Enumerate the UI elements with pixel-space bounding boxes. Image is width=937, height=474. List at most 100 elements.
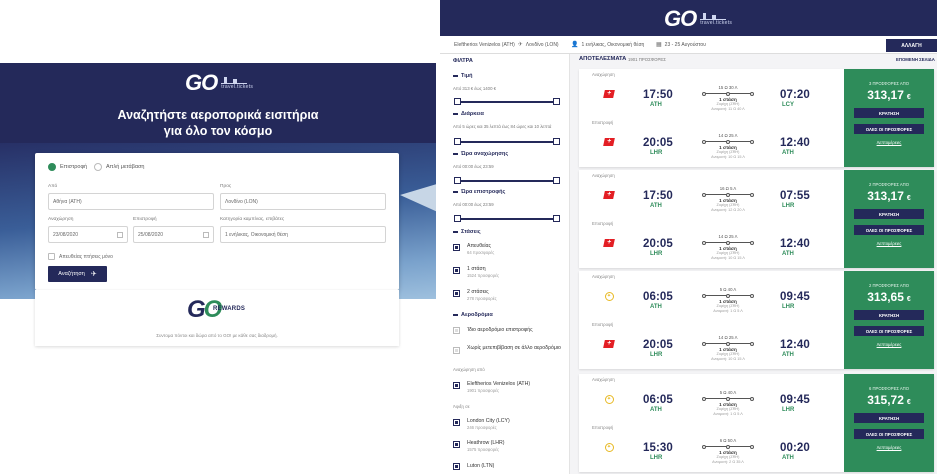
site-logo[interactable]: GO travel.tickets (664, 6, 732, 32)
airport-ath-checkbox[interactable] (453, 382, 460, 389)
airline-logo: ✦ (603, 441, 615, 453)
site-logo[interactable]: GO travel.tickets (185, 70, 253, 96)
price-slider[interactable] (454, 98, 560, 105)
flight-result-card[interactable]: Αναχώρηση +17:50 ATH 16 Ω 5 Λ1 στάση Ζυρίχη … (579, 170, 934, 268)
stops-one-checkbox[interactable] (453, 267, 460, 274)
arrival-time: 09:45 (780, 291, 810, 303)
dep-time-slider[interactable] (454, 177, 560, 184)
departure-airport: LHR (650, 150, 663, 156)
route-dot (750, 139, 754, 144)
details-link[interactable]: Λεπτομέρειες (877, 342, 902, 347)
layover-time: Αναμονή: 10 Ω 15 Λ (711, 155, 745, 159)
stops-direct-count: 64 προσφορές (467, 250, 495, 255)
departure-time: 20:05 (643, 238, 673, 250)
arrival-time: 12:40 (780, 339, 810, 351)
airport-ltn-checkbox[interactable] (453, 463, 460, 470)
filter-duration-head[interactable]: Διάρκεια (453, 111, 484, 117)
stops-two-checkbox[interactable] (453, 290, 460, 297)
departure-time: 06:05 (643, 291, 673, 303)
slider-handle-min[interactable] (454, 177, 461, 184)
from-input[interactable]: Αθήνα (ATH) (48, 193, 214, 210)
return-date-input[interactable]: 25/08/2020 (133, 226, 214, 243)
slider-handle-max[interactable] (553, 215, 560, 222)
filter-airports-head[interactable]: Αεροδρόμια (453, 312, 493, 318)
price-panel: 2 ΠΡΟΣΦΟΡΕΣ ΑΠΟ 313,17 € ΚΡΑΤΗΣΗ ΟΛΕΣ ΟΙ ΠΡΟ… (844, 170, 934, 268)
book-button[interactable]: ΚΡΑΤΗΣΗ (854, 108, 924, 118)
slider-handle-min[interactable] (454, 215, 461, 222)
no-airport-change-label[interactable]: Χωρίς μετεπιβίβαση σε άλλο αεροδρόμιο (467, 344, 563, 352)
flight-result-card[interactable]: Αναχώρηση ✦ 06:05 ATH 5 Ω 40 Λ1 στάση Ζυρίχη … (579, 271, 934, 369)
airport-lhr-checkbox[interactable] (453, 441, 460, 448)
arrival-airport: ATH (782, 455, 794, 461)
logo-wordmark: GO (664, 6, 697, 31)
slider-handle-max[interactable] (553, 177, 560, 184)
summary-route: Eleftherios Venizelos (ATH) ✈ Λονδίνο (L… (454, 41, 559, 49)
hero-title-line-2: για όλο τον κόσμο (163, 124, 273, 138)
route-line (702, 293, 754, 298)
filter-ret-time-head[interactable]: Ώρα επιστροφής (453, 189, 505, 195)
airline-logo: + (603, 88, 615, 100)
same-airport-label[interactable]: Ίδιο αεροδρόμιο επιστροφής (467, 327, 533, 333)
stops-one-option[interactable]: 1 στάση 1524 προσφορές (467, 266, 499, 278)
details-link[interactable]: Λεπτομέρειες (877, 140, 902, 145)
layover-time: Αναμονή: 10 Ω 15 Λ (711, 256, 745, 260)
cabin-passengers-select[interactable]: 1 ενήλικας, Οικονομική θέση (220, 226, 386, 243)
book-button[interactable]: ΚΡΑΤΗΣΗ (854, 413, 924, 423)
slider-handle-min[interactable] (454, 98, 461, 105)
swiss-airline-logo-icon: + (603, 138, 615, 146)
change-search-button[interactable]: ΑΛΛΑΓΗ (886, 39, 937, 52)
summary-passengers-text: 1 ενήλικας, Οικονομική θέση (581, 41, 645, 48)
next-page-link[interactable]: ΕΠΟΜΕΝΗ ΣΕΛΙΔΑ (896, 57, 935, 62)
return-label: Επιστροφή (133, 217, 157, 222)
slider-handle-max[interactable] (553, 98, 560, 105)
trip-type-oneway[interactable]: Απλή μετάβαση (94, 163, 145, 171)
collapse-icon (453, 231, 458, 233)
same-airport-checkbox[interactable] (453, 327, 460, 334)
depart-date-input[interactable]: 23/08/2020 (48, 226, 128, 243)
stops-direct-option[interactable]: Απευθείας 64 προσφορές (467, 243, 494, 255)
ret-time-slider[interactable] (454, 215, 560, 222)
details-link[interactable]: Λεπτομέρειες (877, 445, 902, 450)
airport-lhr-option[interactable]: Heathrow (LHR) 1575 προσφορές (467, 440, 504, 452)
all-offers-button[interactable]: ΟΛΕΣ ΟΙ ΠΡΟΣΦΟΡΕΣ (854, 225, 924, 235)
route-dot (702, 444, 706, 449)
stops-direct-checkbox[interactable] (453, 244, 460, 251)
book-button[interactable]: ΚΡΑΤΗΣΗ (854, 209, 924, 219)
summary-from: Eleftherios Venizelos (ATH) (454, 41, 515, 48)
search-button-label: Αναζήτηση (58, 271, 85, 277)
filter-price-head[interactable]: Τιμή (453, 73, 473, 79)
route-dot (702, 192, 706, 197)
no-airport-change-checkbox[interactable] (453, 347, 460, 354)
all-offers-button[interactable]: ΟΛΕΣ ΟΙ ΠΡΟΣΦΟΡΕΣ (854, 124, 924, 134)
trip-type-round[interactable]: Επιστροφή (48, 163, 87, 171)
flight-result-card[interactable]: Αναχώρηση +17:50 ATH 15 Ω 30 Λ1 στάση Ζυρίχη… (579, 69, 934, 167)
direct-only-checkbox[interactable]: Απευθείας πτήσεις μόνο (48, 253, 113, 260)
filter-ret-time-title: Ώρα επιστροφής (461, 189, 506, 195)
airport-lcy-checkbox[interactable] (453, 419, 460, 426)
arrival-airport: ATH (782, 150, 794, 156)
route-dot (702, 293, 706, 298)
layover-time: Αναμονή: 1 Ω 5 Λ (713, 412, 743, 416)
slider-handle-min[interactable] (454, 138, 461, 145)
details-link[interactable]: Λεπτομέρειες (877, 241, 902, 246)
filter-stops-head[interactable]: Στάσεις (453, 229, 481, 235)
book-button[interactable]: ΚΡΑΤΗΣΗ (854, 310, 924, 320)
search-form: Επιστροφή Απλή μετάβαση Από Αθήνα (ATH) … (35, 153, 399, 290)
filters-title: ΦΙΛΤΡΑ (453, 58, 473, 64)
slider-handle-max[interactable] (553, 138, 560, 145)
filter-dep-time-head[interactable]: Ώρα αναχώρησης (453, 151, 508, 157)
airport-ath-option[interactable]: Eleftherios Venizelos (ATH) 1901 προσφορέ… (467, 381, 530, 393)
flight-result-card[interactable]: Αναχώρηση ✦ 06:05 ATH 5 Ω 40 Λ1 στάση Ζυρίχη … (579, 374, 934, 472)
price-currency: € (906, 195, 911, 202)
all-offers-button[interactable]: ΟΛΕΣ ΟΙ ΠΡΟΣΦΟΡΕΣ (854, 326, 924, 336)
to-input[interactable]: Λονδίνο (LON) (220, 193, 386, 210)
arrival-airport: LCY (782, 102, 794, 108)
all-offers-button[interactable]: ΟΛΕΣ ΟΙ ΠΡΟΣΦΟΡΕΣ (854, 429, 924, 439)
hero-title: Αναζητήστε αεροπορικά εισιτήρια για όλο … (0, 107, 436, 139)
airline-logo: ✦ (603, 290, 615, 302)
search-button[interactable]: Αναζήτηση ✈ (48, 266, 107, 282)
airport-lcy-option[interactable]: London City (LCY) 246 προσφορές (467, 418, 510, 430)
stops-two-option[interactable]: 2 στάσεις 278 προσφορές (467, 289, 497, 301)
duration-slider[interactable] (454, 138, 560, 145)
airport-ltn-option[interactable]: Luton (LTN) (467, 463, 494, 469)
